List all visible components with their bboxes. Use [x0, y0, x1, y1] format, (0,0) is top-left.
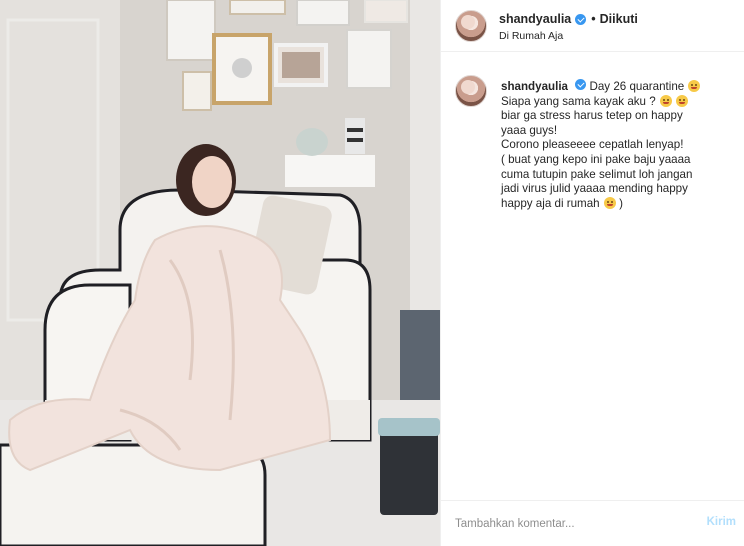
post-photo [0, 0, 440, 546]
comment-bar: Kirim [441, 500, 744, 546]
emoji-icon [603, 196, 616, 209]
caption-text-line: biar ga stress harus tetep on happy [501, 109, 683, 123]
caption-text-line: ( buat yang kepo ini pake baju yaaaa [501, 152, 691, 166]
verified-badge-icon [575, 13, 587, 25]
caption-text-line: Siapa yang sama kayak aku ? [501, 94, 656, 108]
emoji-icon [676, 94, 689, 107]
caption-line-9: happy aja di rumah ) [501, 196, 729, 212]
caption-username[interactable]: shandyaulia [501, 80, 568, 93]
post-media[interactable] [0, 0, 440, 546]
author-name-row: shandyaulia • Diikuti [499, 12, 638, 26]
author-username[interactable]: shandyaulia [499, 12, 571, 26]
emoji-icon [688, 80, 701, 92]
caption-text-line: jadi virus julid yaaaa mending happy [501, 182, 688, 196]
follow-status-button[interactable]: Diikuti [600, 12, 638, 26]
post-header: shandyaulia • Diikuti Di Rumah Aja [441, 0, 744, 52]
verified-badge-icon [575, 79, 587, 90]
caption-text: shandyaulia Day 26 quarantine Siapa yang… [501, 79, 729, 211]
caption-text-line: cuma tutupin pake selimut loh jangan [501, 167, 693, 181]
separator-dot: • [591, 12, 596, 26]
caption-line-2: Siapa yang sama kayak aku ? [501, 94, 729, 110]
caption-text-line: ) [619, 196, 623, 210]
author-avatar[interactable] [455, 10, 487, 42]
caption-line-1: shandyaulia Day 26 quarantine [501, 79, 729, 95]
caption-text-line: yaaa guys! [501, 123, 558, 137]
caption-text-line: Corono pleaseeee cepatlah lenyap! [501, 138, 684, 152]
comment-input[interactable] [455, 515, 675, 533]
emoji-icon [659, 94, 672, 107]
post-location[interactable]: Di Rumah Aja [499, 30, 563, 42]
caption-author-avatar[interactable] [455, 75, 487, 107]
post-side-panel: shandyaulia • Diikuti Di Rumah Aja shand… [440, 0, 744, 546]
caption-text-line: happy aja di rumah [501, 196, 600, 210]
caption-text-line: Day 26 quarantine [589, 80, 685, 93]
send-comment-button[interactable]: Kirim [707, 516, 736, 528]
